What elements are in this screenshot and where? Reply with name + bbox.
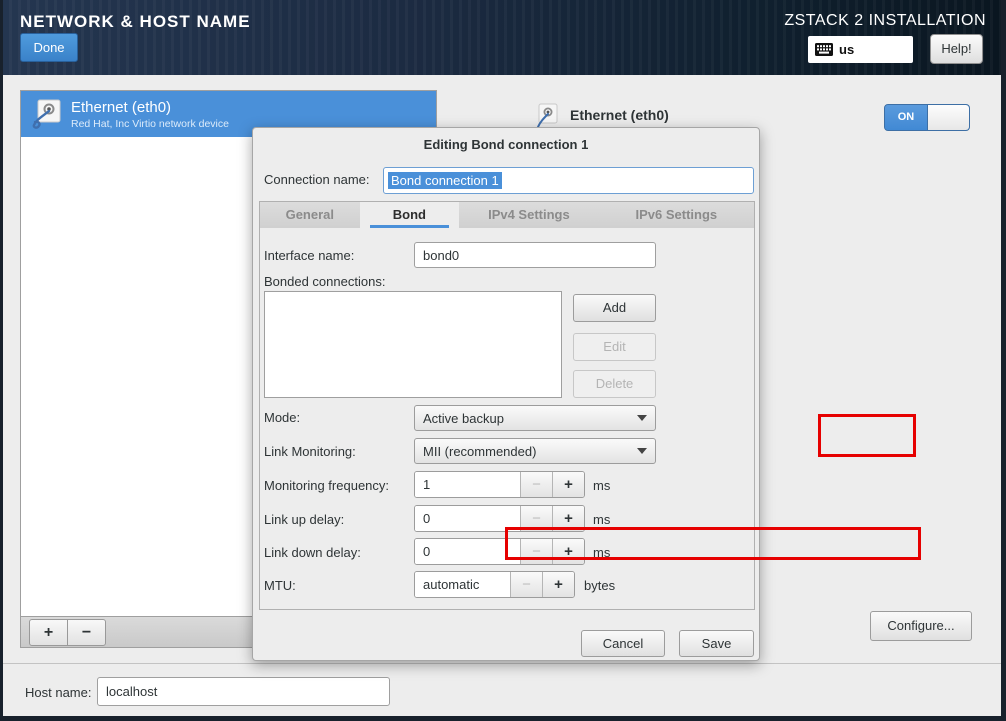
device-item-subtitle: Red Hat, Inc Virtio network device — [71, 118, 229, 130]
minus-icon[interactable]: − — [510, 572, 542, 597]
toggle-on-label: ON — [885, 105, 927, 130]
tab-ipv4-settings[interactable]: IPv4 Settings — [459, 202, 598, 228]
monitoring-frequency-label: Monitoring frequency: — [264, 478, 389, 493]
chevron-down-icon — [637, 448, 647, 454]
mtu-spinner: − + — [414, 571, 575, 598]
plus-icon[interactable]: + — [552, 506, 584, 531]
connection-name-input[interactable]: Bond connection 1 — [383, 167, 754, 194]
mtu-unit: bytes — [584, 578, 615, 593]
add-device-button[interactable]: + — [29, 619, 68, 646]
mode-dropdown[interactable]: Active backup — [414, 405, 656, 431]
mode-label: Mode: — [264, 410, 300, 425]
minus-icon[interactable]: − — [520, 539, 552, 564]
link-up-delay-label: Link up delay: — [264, 512, 344, 527]
chevron-down-icon — [637, 415, 647, 421]
dialog-tabstrip: General Bond IPv4 Settings IPv6 Settings — [259, 201, 755, 229]
link-down-delay-unit: ms — [593, 545, 610, 560]
link-down-delay-spinner: − + — [414, 538, 585, 565]
page-title: NETWORK & HOST NAME — [20, 12, 251, 32]
interface-name-label: Interface name: — [264, 248, 354, 263]
remove-device-button[interactable]: − — [67, 619, 106, 646]
monitoring-frequency-input[interactable] — [415, 472, 520, 497]
delete-connection-button[interactable]: Delete — [573, 370, 656, 398]
keyboard-layout-label: us — [839, 42, 854, 57]
keyboard-layout-indicator[interactable]: us — [808, 36, 913, 63]
save-button[interactable]: Save — [679, 630, 754, 657]
hostname-separator — [0, 663, 1006, 664]
dialog-title: Editing Bond connection 1 — [253, 137, 759, 152]
link-up-delay-unit: ms — [593, 512, 610, 527]
link-down-delay-label: Link down delay: — [264, 545, 361, 560]
bonded-connections-label: Bonded connections: — [264, 274, 385, 289]
minus-icon[interactable]: − — [520, 506, 552, 531]
tab-bond[interactable]: Bond — [360, 202, 460, 228]
hostname-input[interactable] — [97, 677, 390, 706]
tab-ipv6-settings[interactable]: IPv6 Settings — [599, 202, 754, 228]
connection-name-label: Connection name: — [264, 172, 370, 187]
edit-connection-button[interactable]: Edit — [573, 333, 656, 361]
annotation-add-highlight — [818, 414, 916, 457]
mtu-label: MTU: — [264, 578, 296, 593]
link-monitoring-value: MII (recommended) — [423, 444, 637, 459]
device-on-off-toggle[interactable]: ON — [884, 104, 970, 131]
plus-icon[interactable]: + — [542, 572, 574, 597]
monitoring-frequency-spinner: − + — [414, 471, 585, 498]
selected-device-title: Ethernet (eth0) — [570, 107, 669, 123]
done-button[interactable]: Done — [20, 33, 78, 62]
connection-name-selected-text: Bond connection 1 — [388, 172, 502, 189]
link-monitoring-label: Link Monitoring: — [264, 444, 356, 459]
edit-bond-dialog: Editing Bond connection 1 Connection nam… — [252, 127, 760, 661]
product-title: ZSTACK 2 INSTALLATION — [784, 12, 986, 30]
help-button[interactable]: Help! — [930, 34, 983, 64]
toggle-handle[interactable] — [927, 105, 969, 130]
link-up-delay-spinner: − + — [414, 505, 585, 532]
keyboard-icon — [815, 43, 833, 56]
plus-icon[interactable]: + — [552, 539, 584, 564]
device-item-text: Ethernet (eth0) Red Hat, Inc Virtio netw… — [71, 99, 229, 130]
cancel-button[interactable]: Cancel — [581, 630, 665, 657]
header-bar: NETWORK & HOST NAME Done ZSTACK 2 INSTAL… — [0, 0, 1006, 75]
device-item-title: Ethernet (eth0) — [71, 99, 229, 116]
hostname-label: Host name: — [25, 685, 91, 700]
interface-name-input[interactable] — [414, 242, 656, 268]
monitoring-frequency-unit: ms — [593, 478, 610, 493]
link-up-delay-input[interactable] — [415, 506, 520, 531]
mode-value: Active backup — [423, 411, 637, 426]
plus-icon[interactable]: + — [552, 472, 584, 497]
minus-icon[interactable]: − — [520, 472, 552, 497]
bonded-connections-list[interactable] — [264, 291, 562, 398]
configure-button[interactable]: Configure... — [870, 611, 972, 641]
mtu-input[interactable] — [415, 572, 510, 597]
ethernet-icon — [31, 99, 61, 129]
tab-general[interactable]: General — [260, 202, 360, 228]
link-monitoring-dropdown[interactable]: MII (recommended) — [414, 438, 656, 464]
add-connection-button[interactable]: Add — [573, 294, 656, 322]
link-down-delay-input[interactable] — [415, 539, 520, 564]
